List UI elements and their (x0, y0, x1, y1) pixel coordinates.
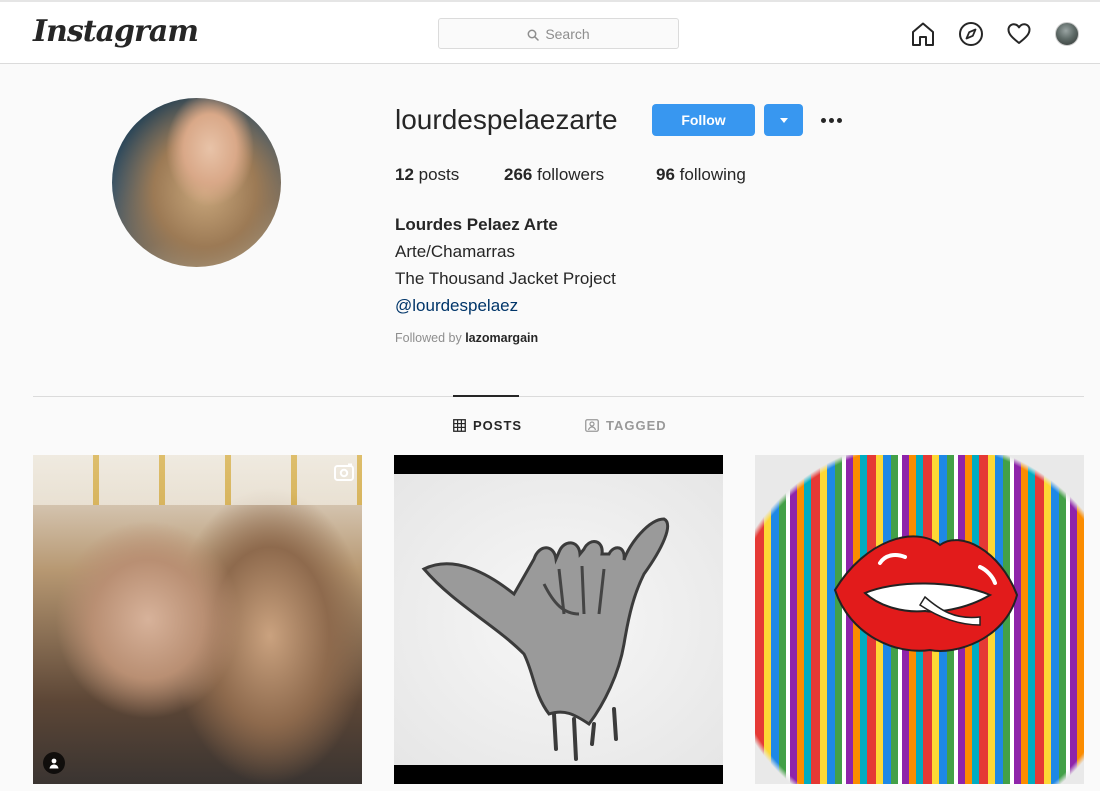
following-count: 96 (656, 165, 675, 184)
post-image-detail (33, 455, 362, 505)
suggestions-dropdown-button[interactable] (764, 104, 803, 136)
search-icon (527, 28, 540, 41)
search-placeholder: Search (545, 25, 590, 42)
profile-full-name: Lourdes Pelaez Arte (395, 215, 558, 234)
profile-picture[interactable] (112, 98, 281, 267)
posts-stat: 12 posts (395, 165, 504, 185)
tab-tagged-label: TAGGED (606, 418, 667, 433)
tab-posts-label: POSTS (473, 418, 523, 433)
user-tag-icon (43, 752, 65, 774)
post-image-detail (394, 474, 723, 765)
tab-tagged[interactable]: TAGGED (585, 418, 667, 433)
post-thumbnail[interactable] (394, 455, 723, 784)
avatar (1055, 22, 1079, 46)
chevron-down-icon (779, 117, 788, 123)
followed-by-label: Followed by (395, 331, 466, 345)
grid-icon (453, 419, 466, 432)
followers-stat[interactable]: 266 followers (504, 165, 656, 185)
heart-icon[interactable] (1005, 20, 1033, 48)
profile-avatar-icon[interactable] (1053, 20, 1081, 48)
bio-line: The Thousand Jacket Project (395, 269, 616, 288)
post-thumbnail[interactable] (755, 455, 1084, 784)
post-thumbnail[interactable] (33, 455, 362, 784)
profile-bio: Lourdes Pelaez Arte Arte/Chamarras The T… (395, 211, 616, 319)
posts-count: 12 (395, 165, 414, 184)
nav-icons (909, 20, 1081, 48)
more-options-button[interactable] (816, 108, 846, 132)
tagged-icon (585, 419, 599, 432)
more-icon-dot (820, 117, 826, 123)
video-icon (334, 463, 354, 481)
explore-icon[interactable] (957, 20, 985, 48)
followed-by-user: lazomargain (465, 331, 539, 345)
hand-drawing-illustration (421, 517, 670, 761)
posts-label: posts (413, 165, 460, 184)
active-tab-indicator (453, 395, 519, 397)
following-label: following (674, 165, 746, 184)
profile-username: lourdespelaezarte (395, 104, 618, 135)
top-nav: Instagram Search (0, 0, 1100, 64)
home-icon[interactable] (909, 20, 937, 48)
bio-mention-link[interactable]: @lourdespelaez (395, 292, 616, 319)
more-icon-dot (836, 117, 842, 123)
instagram-logo[interactable]: Instagram (33, 14, 199, 49)
following-stat[interactable]: 96 following (656, 165, 746, 185)
followers-label: followers (532, 165, 605, 184)
profile-stats: 12 posts 266 followers 96 following (395, 165, 746, 185)
tab-posts[interactable]: POSTS (453, 418, 522, 433)
bio-line: Arte/Chamarras (395, 242, 515, 261)
followers-count: 266 (504, 165, 533, 184)
top-edge (0, 0, 1100, 2)
lips-painting-illustration (833, 535, 1019, 652)
tabs-divider (33, 396, 1084, 397)
follow-button[interactable]: Follow (652, 104, 755, 136)
followed-by[interactable]: Followed by lazomargain (395, 331, 538, 345)
more-icon-dot (828, 117, 834, 123)
search-box[interactable]: Search (438, 18, 679, 49)
